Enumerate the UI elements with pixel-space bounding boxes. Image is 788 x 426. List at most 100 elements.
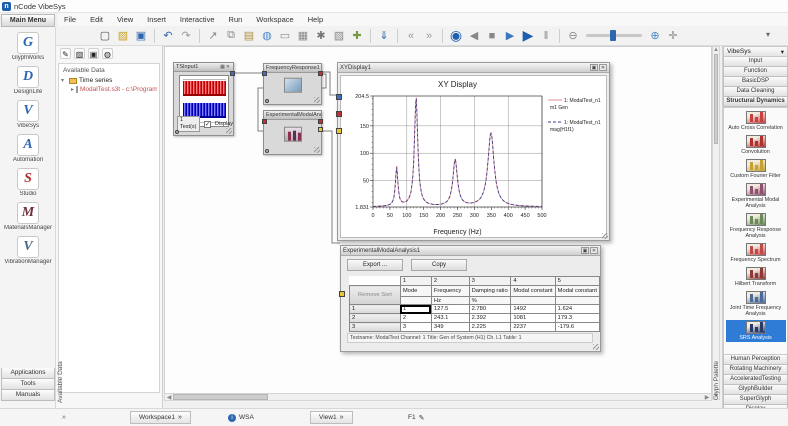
update-icon[interactable]: ⇓ (376, 28, 392, 44)
close-icon[interactable]: ✕ (599, 64, 607, 71)
palette-item-srs-analysis[interactable]: SRS Analysis (726, 320, 786, 342)
table-cell[interactable]: 1492 (511, 305, 555, 314)
palette-item-custom-fourier-filter[interactable]: Custom Fourier Filter (726, 158, 786, 180)
table-cell[interactable]: 2.392 (469, 314, 511, 323)
row-header[interactable]: 2 (350, 314, 401, 323)
palette-group-rotating-machinery[interactable]: Rotating Machinery (723, 365, 788, 375)
menu-file[interactable]: File (64, 15, 76, 24)
tab-f1[interactable]: F1✎ (400, 411, 432, 424)
xydisplay-input-pad-1[interactable] (336, 94, 342, 100)
tests-count-button[interactable]: 1 Test(s) (177, 116, 200, 132)
app-designlife[interactable]: DDesignLife (0, 66, 56, 95)
pause-icon[interactable]: ‖ (538, 28, 554, 44)
table-cell[interactable]: 2.780 (469, 305, 511, 314)
remove-sort-button[interactable]: Remove Sort (350, 286, 401, 305)
xydisplay-window[interactable]: XYDisplay1 ▣✕ XY Display0501001502002503… (337, 62, 610, 241)
open-folder-icon[interactable]: ▨ (74, 48, 85, 59)
app-studio[interactable]: SStudio (0, 168, 56, 197)
copy-button[interactable]: Copy (411, 259, 467, 271)
step-icon[interactable]: ▶ (502, 28, 518, 44)
tree-collapse-icon[interactable]: ▸ (71, 86, 74, 93)
table-cell[interactable]: -179.6 (555, 323, 599, 332)
toolbar-overflow-icon[interactable]: ▾ (766, 30, 770, 39)
web-data-icon[interactable]: ◍ (102, 48, 113, 59)
link-icon[interactable]: ▧ (331, 28, 347, 44)
table-cell[interactable]: 1.624 (555, 305, 599, 314)
scroll-up-icon[interactable]: ▲ (713, 47, 719, 53)
node-buttons[interactable]: ▦✕ (220, 63, 231, 71)
menu-workspace[interactable]: Workspace (256, 15, 293, 24)
node-frequencyresponse1[interactable]: FrequencyResponse1 (263, 63, 322, 105)
app-vibrationmanager[interactable]: VVibrationManager (0, 236, 56, 265)
table-cell[interactable]: 1 (400, 305, 431, 314)
tree-file-modaltest[interactable]: ▸ ModalTest.s3t - c:\Program File (61, 86, 157, 93)
zoom-slider[interactable] (586, 34, 642, 37)
undo-icon[interactable]: ↶ (160, 28, 176, 44)
menu-help[interactable]: Help (308, 15, 323, 24)
palette-item-frequency-spectrum[interactable]: Frequency Spectrum (726, 242, 786, 264)
palette-group-structural-dynamics[interactable]: Structural Dynamics (723, 97, 788, 107)
canvas-horizontal-scrollbar[interactable]: ◀ ▶ (164, 393, 712, 401)
app-materialsmanager[interactable]: MMaterialsManager (0, 202, 56, 231)
node-properties-dot[interactable] (265, 99, 269, 103)
applications-button[interactable]: Applications (1, 368, 55, 379)
tab-workspace1[interactable]: Workspace1» (130, 411, 191, 424)
node-properties-dot[interactable] (265, 149, 269, 153)
glyph-palette-vertical-tab[interactable]: Glyph Palette (713, 330, 720, 400)
menu-insert[interactable]: Insert (147, 15, 166, 24)
new-file-icon[interactable]: ▢ (97, 28, 113, 44)
scrollbar-thumb[interactable] (173, 394, 268, 400)
save-icon[interactable]: ▣ (133, 28, 149, 44)
tree-folder-time-series[interactable]: ▾ Time series (61, 77, 157, 84)
app-vibesys[interactable]: VVibeSys (0, 100, 56, 129)
palette-header[interactable]: VibeSys ▾ (723, 46, 788, 57)
tree-expand-icon[interactable]: ▾ (61, 77, 67, 84)
palette-group-acceleratedtesting[interactable]: AcceleratedTesting (723, 375, 788, 385)
row-header[interactable]: 3 (350, 323, 401, 332)
route-icon[interactable]: ↗ (205, 28, 221, 44)
menu-edit[interactable]: Edit (90, 15, 103, 24)
table-cell[interactable]: 127.5 (431, 305, 469, 314)
save-data-icon[interactable]: ▣ (88, 48, 99, 59)
run-all-icon[interactable]: ◉ (448, 28, 464, 44)
tab-overflow-chevron[interactable]: » (62, 414, 66, 421)
palette-item-convolution[interactable]: Convolution (726, 134, 786, 156)
resize-grip[interactable] (226, 128, 232, 134)
zoom-in-icon[interactable]: ⊕ (647, 28, 663, 44)
app-automation[interactable]: AAutomation (0, 134, 56, 163)
redo-icon[interactable]: ↷ (178, 28, 194, 44)
palette-group-function[interactable]: Function (723, 67, 788, 77)
menu-view[interactable]: View (117, 15, 133, 24)
export-button[interactable]: Export ... (347, 259, 403, 271)
palette-group-superglyph[interactable]: SuperGlyph (723, 395, 788, 405)
zoom-out-icon[interactable]: ⊖ (565, 28, 581, 44)
properties-icon[interactable]: ✱ (313, 28, 329, 44)
node-experimentalmodalanalysis1[interactable]: ExperimentalModalAnalysis1 (263, 110, 322, 155)
table-input-pad[interactable] (339, 291, 345, 297)
scroll-right-icon[interactable]: ▶ (703, 394, 711, 401)
edit-icon[interactable]: ✎ (60, 48, 71, 59)
table-cell[interactable]: 2237 (511, 323, 555, 332)
scroll-left-icon[interactable]: ◀ (165, 394, 173, 401)
palette-item-hilbert-transform[interactable]: Hilbert Transform (726, 266, 786, 288)
palette-group-basicdsp[interactable]: BasicDSP (723, 77, 788, 87)
palette-item-experimental-modal-analysis[interactable]: Experimental Modal Analysis (726, 182, 786, 210)
tab-view1[interactable]: View1» (310, 411, 353, 424)
palette-group-glyphbuilder[interactable]: GlyphBuilder (723, 385, 788, 395)
table-cell[interactable]: 3 (400, 323, 431, 332)
menu-run[interactable]: Run (229, 15, 243, 24)
palette-item-frequency-response-analysis[interactable]: Frequency Response Analysis (726, 212, 786, 240)
palette-group-input[interactable]: Input (723, 57, 788, 67)
run-icon[interactable]: ▶ (520, 28, 536, 44)
maximize-icon[interactable]: ▣ (581, 247, 589, 254)
fit-view-icon[interactable]: ✛ (665, 28, 681, 44)
globe-icon[interactable]: ◍ (259, 28, 275, 44)
table-cell[interactable]: 1081 (511, 314, 555, 323)
modal-table-window[interactable]: ExperimentalModalAnalysis1 ▣✕ Export ...… (340, 245, 601, 352)
resize-grip[interactable] (602, 233, 608, 239)
stop-icon[interactable]: ■ (484, 28, 500, 44)
table-cell[interactable]: 243.1 (431, 314, 469, 323)
tsinput-output-pad[interactable] (230, 71, 235, 76)
tab-wsa[interactable]: iWSA (220, 411, 262, 424)
node-tsinput1[interactable]: TSInput1▦✕ 1 Test(s) ✓ Display (173, 62, 234, 136)
